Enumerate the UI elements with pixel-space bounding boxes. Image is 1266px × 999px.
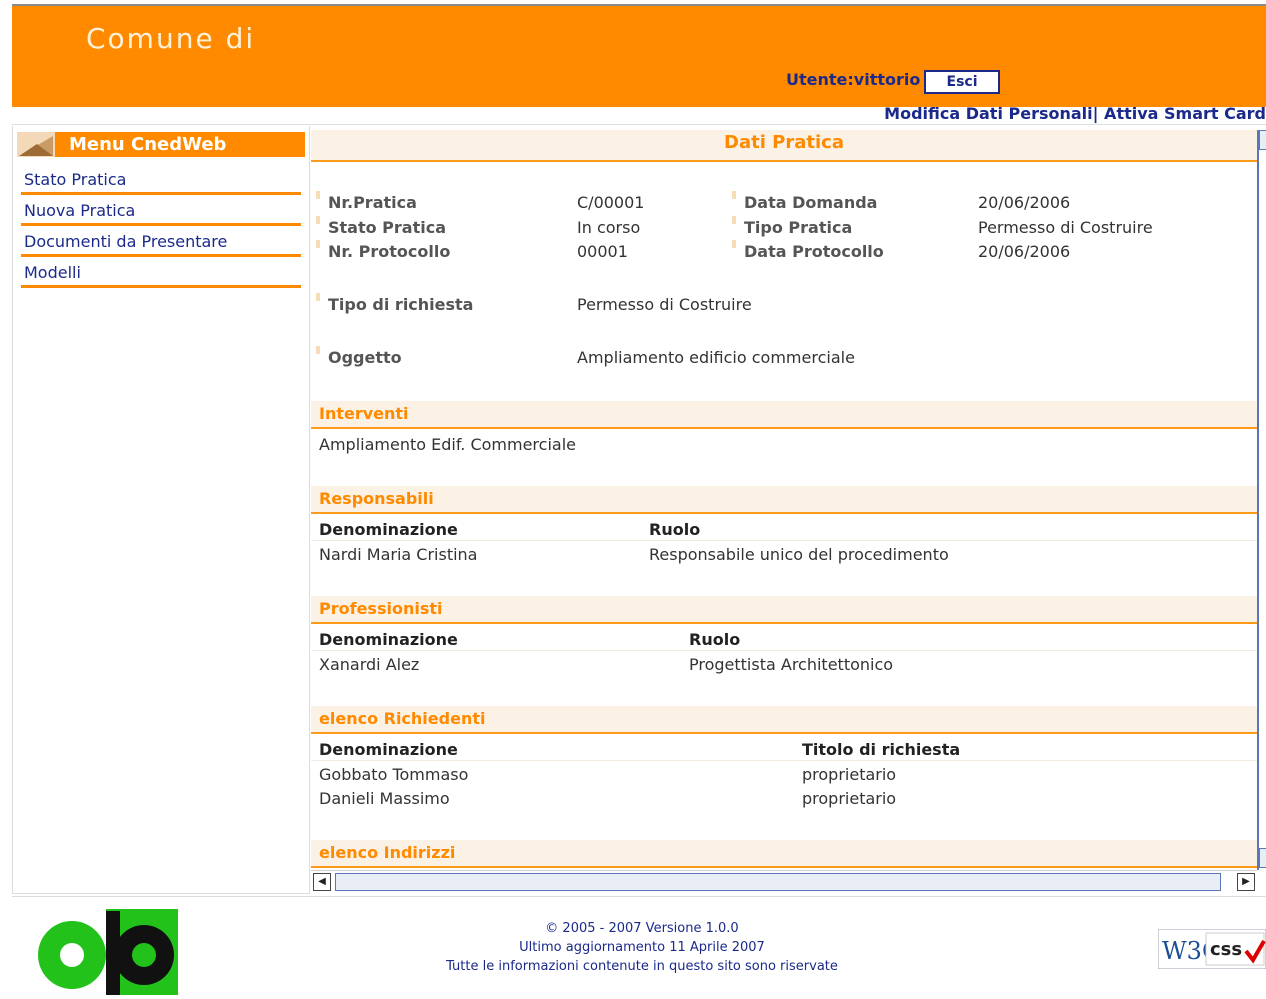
table-cell-name: Danieli Massimo — [319, 789, 450, 808]
w3c-css-badge[interactable]: W3C css — [1157, 928, 1266, 970]
footer-info: © 2005 - 2007 Versione 1.0.0 Ultimo aggi… — [372, 919, 912, 976]
left-menu-panel: Menu CnedWeb Stato Pratica Nuova Pratica… — [12, 126, 310, 894]
stato-pratica-value: In corso — [577, 218, 641, 237]
pratica-details-panel: Dati Pratica Nr.Pratica C/00001 Data Dom… — [311, 126, 1266, 893]
edit-personal-data-link[interactable]: Modifica Dati Personali| — [884, 104, 1098, 123]
logout-button[interactable]: Esci — [924, 70, 1000, 94]
menu-item-label: Stato Pratica — [24, 170, 127, 189]
activate-smart-card-link[interactable]: Attiva Smart Card — [1098, 104, 1266, 123]
site-title: Comune di — [86, 22, 256, 55]
nr-protocollo-value: 00001 — [577, 242, 628, 261]
copyright-text: © 2005 - 2007 Versione 1.0.0 — [545, 921, 739, 936]
data-domanda-value: 20/06/2006 — [978, 193, 1071, 212]
section-responsabili: Responsabili — [311, 486, 1257, 514]
site-header: Comune di Utente:vittorio Esci — [12, 6, 1266, 107]
table-cell-title: proprietario — [802, 765, 897, 784]
nr-protocollo-label: Nr. Protocollo — [315, 240, 451, 261]
data-protocollo-value: 20/06/2006 — [978, 242, 1071, 261]
nr-pratica-label: Nr.Pratica — [316, 191, 417, 212]
menu-item-modelli[interactable]: Modelli — [21, 259, 301, 288]
section-richiedenti: elenco Richiedenti — [311, 706, 1257, 734]
section-title: elenco Richiedenti — [319, 709, 486, 728]
section-title: Responsabili — [319, 489, 434, 508]
data-domanda-label: Data Domanda — [731, 191, 878, 212]
column-header-ruolo: Ruolo — [649, 520, 701, 539]
dataplano-logo — [36, 903, 178, 995]
section-title: elenco Indirizzi — [319, 843, 456, 862]
current-user-label: Utente:vittorio — [786, 70, 921, 89]
section-professionisti: Professionisti — [311, 596, 1257, 624]
scroll-right-icon[interactable]: ▶ — [1237, 873, 1255, 891]
site-footer: © 2005 - 2007 Versione 1.0.0 Ultimo aggi… — [12, 896, 1266, 996]
section-interventi: Interventi — [311, 401, 1257, 429]
table-cell-title: proprietario — [802, 789, 897, 808]
tipo-pratica-label: Tipo Pratica — [731, 216, 853, 237]
column-header-denominazione: Denominazione — [319, 520, 458, 539]
table-header: Denominazione Titolo di richiesta — [311, 738, 1257, 761]
table-cell-role: Progettista Architettonico — [689, 655, 894, 674]
menu-item-documenti[interactable]: Documenti da Presentare — [21, 228, 301, 257]
table-header: Denominazione Ruolo — [311, 628, 1257, 651]
scroll-down-button[interactable] — [1259, 848, 1266, 868]
section-indirizzi: elenco Indirizzi — [311, 840, 1257, 868]
menu-item-label: Modelli — [24, 263, 81, 282]
menu-item-label: Nuova Pratica — [24, 201, 136, 220]
data-protocollo-label: Data Protocollo — [732, 240, 884, 261]
last-update-text: Ultimo aggiornamento 11 Aprile 2007 — [519, 940, 765, 955]
scroll-up-button[interactable] — [1259, 130, 1266, 150]
menu-title: Menu CnedWeb — [69, 134, 227, 155]
intervento-value: Ampliamento Edif. Commerciale — [319, 435, 576, 454]
nr-pratica-value: C/00001 — [577, 193, 645, 212]
table-cell-name: Nardi Maria Cristina — [319, 545, 478, 564]
scroll-left-icon[interactable]: ◀ — [313, 873, 331, 891]
reserved-notice-text: Tutte le informazioni contenute in quest… — [446, 959, 838, 974]
vertical-scrollbar[interactable] — [1257, 130, 1266, 870]
section-title: Interventi — [319, 404, 409, 423]
column-header-titolo: Titolo di richiesta — [802, 740, 961, 759]
section-title: Professionisti — [319, 599, 443, 618]
horizontal-scrollbar[interactable]: ◀ ▶ — [311, 870, 1257, 891]
page-title: Dati Pratica — [311, 130, 1257, 162]
horizontal-scroll-thumb[interactable] — [335, 873, 1221, 891]
table-cell-name: Xanardi Alez — [319, 655, 420, 674]
column-header-ruolo: Ruolo — [689, 630, 741, 649]
tipo-richiesta-label: Tipo di richiesta — [315, 293, 474, 314]
menu-item-label: Documenti da Presentare — [24, 232, 228, 251]
table-header: Denominazione Ruolo — [311, 518, 1257, 541]
oggetto-label: Oggetto — [316, 346, 402, 367]
oggetto-value: Ampliamento edificio commerciale — [577, 348, 855, 367]
svg-text:css: css — [1210, 939, 1242, 960]
tipo-pratica-value: Permesso di Costruire — [978, 218, 1153, 237]
table-cell-role: Responsabile unico del procedimento — [649, 545, 949, 564]
menu-item-stato-pratica[interactable]: Stato Pratica — [21, 166, 301, 195]
user-links-bar: Modifica Dati Personali| Attiva Smart Ca… — [12, 104, 1266, 125]
stato-pratica-label: Stato Pratica — [315, 216, 447, 237]
table-cell-name: Gobbato Tommaso — [319, 765, 469, 784]
menu-header: Menu CnedWeb — [17, 132, 305, 157]
tipo-richiesta-value: Permesso di Costruire — [577, 295, 752, 314]
menu-decoration-icon — [17, 132, 55, 157]
column-header-denominazione: Denominazione — [319, 630, 458, 649]
menu-item-nuova-pratica[interactable]: Nuova Pratica — [21, 197, 301, 226]
column-header-denominazione: Denominazione — [319, 740, 458, 759]
